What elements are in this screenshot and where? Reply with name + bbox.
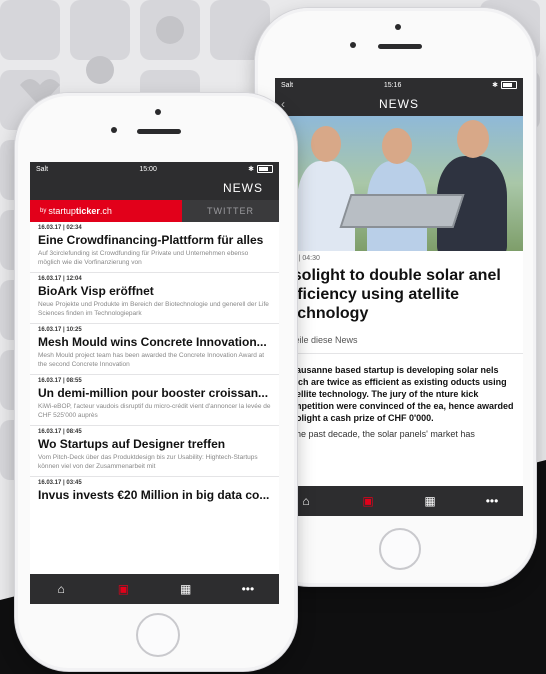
- home-button[interactable]: [136, 613, 180, 657]
- tab-twitter[interactable]: TWITTER: [182, 200, 279, 222]
- nav-title: NEWS: [223, 181, 263, 195]
- person-right-head: [457, 120, 489, 158]
- nav-bar: NEWS: [30, 176, 279, 200]
- item-desc: Neue Projekte und Produkte im Bereich de…: [38, 301, 269, 317]
- list-item[interactable]: 16.03.17 | 08:55 Un demi-million pour bo…: [30, 375, 279, 426]
- item-title: BioArk Visp eröffnet: [38, 284, 154, 298]
- item-title: Un demi-million pour booster croissan...: [38, 386, 269, 400]
- screen-right: Salt 15:16 ✱ ‹ NEWS 2.16 | 04:30 nsoligh…: [275, 78, 523, 516]
- more-icon[interactable]: •••: [217, 574, 279, 604]
- phone-left: Salt 15:00 ✱ NEWS by startup ticker .ch TW…: [15, 93, 297, 671]
- person-left-head: [311, 126, 341, 162]
- share-label[interactable]: Teile diese News: [290, 335, 358, 345]
- tab-startupticker[interactable]: by startup ticker .ch: [30, 200, 182, 222]
- news-icon[interactable]: ▣: [92, 574, 154, 604]
- more-icon[interactable]: •••: [461, 486, 523, 516]
- item-date: 16.03.17 | 03:45: [38, 480, 82, 486]
- list-item[interactable]: 16.03.17 | 02:34 Eine Crowdfinancing-Pla…: [30, 222, 279, 273]
- news-list: 16.03.17 | 02:34 Eine Crowdfinancing-Pla…: [30, 222, 279, 507]
- list-item[interactable]: 16.03.17 | 10:25 Mesh Mould wins Concret…: [30, 324, 279, 375]
- item-desc: Vom Pitch-Deck über das Produktdesign bi…: [38, 454, 258, 470]
- earpiece-speaker: [137, 129, 181, 134]
- phone-right: Salt 15:16 ✱ ‹ NEWS 2.16 | 04:30 nsoligh…: [255, 8, 536, 586]
- list-item[interactable]: 16.03.17 | 08:45 Wo Startups auf Designe…: [30, 426, 279, 477]
- bottom-tab-bar: ⌂ ▣ ▦ •••: [275, 486, 523, 516]
- article-lead: e Lausanne based startup is developing s…: [283, 365, 514, 423]
- item-date: 16.03.17 | 10:25: [38, 327, 82, 333]
- item-title: Mesh Mould wins Concrete Innovation...: [38, 335, 267, 349]
- nav-bar: ‹ NEWS: [275, 92, 523, 116]
- clock: 15:00: [139, 165, 157, 173]
- home-button[interactable]: [379, 528, 421, 570]
- item-desc: KiWi-eBOP, l'acteur vaudois disruptif du…: [38, 403, 271, 419]
- status-bar: Salt 15:00 ✱: [30, 162, 279, 176]
- item-date: 16.03.17 | 08:45: [38, 429, 82, 435]
- item-title: Wo Startups auf Designer treffen: [38, 437, 226, 451]
- item-title: Eine Crowdfinancing-Plattform für alles: [38, 233, 264, 247]
- share-row[interactable]: Teile diese News: [275, 323, 523, 354]
- tab-ticker-brand-a: startup: [48, 206, 76, 216]
- calendar-icon[interactable]: ▦: [155, 574, 217, 604]
- nav-title: NEWS: [379, 97, 419, 111]
- front-camera: [155, 109, 161, 115]
- carrier-label: Salt: [36, 165, 49, 173]
- list-item[interactable]: 16.03.17 | 12:04 BioArk Visp eröffnet Ne…: [30, 273, 279, 324]
- solar-panel: [339, 194, 465, 228]
- item-date: 16.03.17 | 12:04: [38, 276, 82, 282]
- tab-ticker-brand-c: .ch: [99, 206, 112, 216]
- bottom-tab-bar: ⌂ ▣ ▦ •••: [30, 574, 279, 604]
- article-meta: 2.16 | 04:30: [283, 255, 320, 262]
- battery-icon: [257, 165, 273, 173]
- news-icon[interactable]: ▣: [337, 486, 399, 516]
- front-camera: [395, 24, 401, 30]
- bluetooth-icon: ✱: [492, 82, 498, 89]
- item-desc: Mesh Mould project team has been awarded…: [38, 352, 265, 368]
- person-middle-head: [382, 128, 412, 164]
- item-title: Invus invests €20 Million in big data co…: [38, 488, 270, 502]
- status-indicators: ✱: [492, 81, 517, 89]
- earpiece-speaker: [378, 44, 422, 49]
- tab-ticker-brand-b: ticker: [75, 206, 100, 216]
- battery-icon: [501, 81, 517, 89]
- calendar-icon[interactable]: ▦: [399, 486, 461, 516]
- item-desc: Auf 3circlefunding ist Crowdfunding für …: [38, 250, 249, 266]
- article-title: nsolight to double solar anel efficiency…: [283, 267, 501, 322]
- home-icon[interactable]: ⌂: [30, 574, 92, 604]
- tab-ticker-prefix: by: [40, 208, 47, 214]
- item-date: 16.03.17 | 08:55: [38, 378, 82, 384]
- item-date: 16.03.17 | 02:34: [38, 225, 82, 231]
- article-hero-image: [275, 116, 523, 251]
- bluetooth-icon: ✱: [248, 166, 254, 173]
- source-tabs: by startup ticker .ch TWITTER: [30, 200, 279, 222]
- screen-left: Salt 15:00 ✱ NEWS by startup ticker .ch TW…: [30, 162, 279, 604]
- status-indicators: ✱: [248, 165, 273, 173]
- clock: 15:16: [383, 81, 402, 89]
- list-item[interactable]: 16.03.17 | 03:45 Invus invests €20 Milli…: [30, 477, 279, 507]
- sensor-dot: [350, 42, 356, 48]
- sensor-dot: [111, 127, 117, 133]
- article-body: er the past decade, the solar panels' ma…: [283, 429, 475, 439]
- carrier-label: Salt: [281, 81, 294, 89]
- status-bar: Salt 15:16 ✱: [275, 78, 523, 92]
